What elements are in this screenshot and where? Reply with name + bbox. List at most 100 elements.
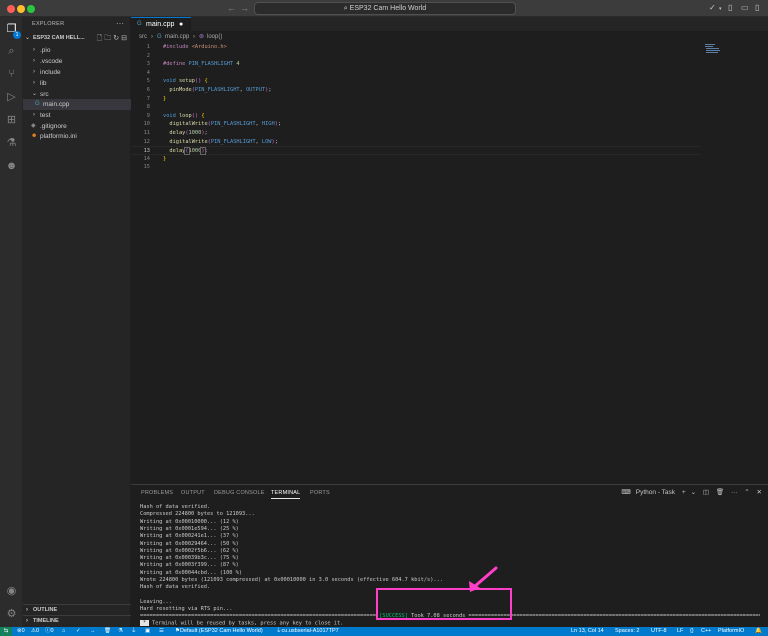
tab-ports[interactable]: PORTS	[310, 490, 330, 496]
braces-icon[interactable]: {}	[690, 627, 694, 636]
chevron-down-icon[interactable]: ▾	[719, 6, 722, 12]
terminal-line: Writing at 0x000241e1... (37 %)	[140, 533, 239, 540]
chevron-down-icon[interactable]: ⌄	[691, 489, 696, 496]
toggle-panel-icon[interactable]: ▭	[741, 3, 749, 12]
toggle-secondary-sidebar-icon[interactable]: ▯	[755, 3, 759, 12]
tree-item-test[interactable]: › test	[23, 110, 131, 121]
breadcrumb-src[interactable]: src	[139, 31, 147, 43]
minimap-line	[705, 46, 713, 47]
source-control-icon[interactable]: ⑂	[3, 66, 20, 83]
annotation-arrow	[469, 566, 498, 592]
check-icon[interactable]: ✓	[709, 3, 716, 12]
toggle-sidebar-icon[interactable]: ▯	[728, 3, 732, 12]
minimize-window-button[interactable]	[17, 5, 25, 13]
code-line: 6 pinMode(PIN_FLASHLIGHT, OUTPUT);	[146, 87, 272, 93]
command-center-search[interactable]: ⌕ ESP32 Cam Hello World	[254, 2, 516, 15]
chevron-right-icon: ›	[26, 618, 28, 624]
search-icon[interactable]: ⌕	[3, 43, 20, 60]
more-actions-icon[interactable]: ···	[116, 19, 124, 28]
test-flask-icon[interactable]: ⚗	[118, 627, 123, 636]
platformio-icon[interactable]: ☻	[3, 158, 20, 175]
cursor-position[interactable]: Ln 13, Col 14	[571, 627, 604, 636]
unsaved-dot-icon[interactable]: ●	[179, 21, 183, 28]
tree-item-lib[interactable]: › lib	[23, 78, 131, 89]
terminal-icon[interactable]: ▣	[145, 627, 150, 636]
account-icon[interactable]: ◉	[3, 583, 20, 600]
tab-main-cpp[interactable]: G main.cpp ●	[131, 17, 191, 31]
terminal-line: Writing at 0x00010000... (12 %)	[140, 518, 239, 525]
project-name: ESP32 CAM HELL...	[33, 35, 85, 41]
tree-item-include[interactable]: › include	[23, 67, 131, 78]
terminal-line: Writing at 0x0002f5b6... (62 %)	[140, 547, 239, 554]
cpp-file-icon: G	[35, 101, 40, 107]
trash-icon[interactable]: 🗑	[104, 627, 111, 636]
tab-problems[interactable]: PROBLEMS	[141, 490, 173, 496]
port-selector[interactable]: ⏚ cu.usbserial-A1017TP7	[276, 627, 339, 636]
tasks-icon[interactable]: ☰	[159, 627, 164, 636]
terminal-line: Hash of data verified.	[140, 584, 211, 591]
terminal-line: Writing at 0x0003f399... (87 %)	[140, 562, 239, 569]
code-line: 7}	[146, 95, 167, 102]
breadcrumb-loop[interactable]: loop()	[207, 31, 222, 43]
chevron-right-icon: ›	[33, 47, 35, 53]
warnings-count: 0	[35, 628, 39, 634]
explorer-actions[interactable]: 🗋🗀↻⊟	[97, 34, 129, 45]
project-folder-row[interactable]: ⌄ ESP32 CAM HELL... 🗋🗀↻⊟	[23, 33, 131, 44]
outline-section[interactable]: › OUTLINE	[23, 604, 131, 615]
tree-item-platformio-ini[interactable]: ☻ platformio.ini	[23, 131, 131, 142]
more-actions-icon[interactable]: ···	[731, 489, 738, 496]
close-window-button[interactable]	[7, 5, 15, 13]
tree-item-label: .pio	[40, 47, 51, 54]
tab-debug-console[interactable]: DEBUG CONSOLE	[214, 490, 265, 496]
tree-item-pio[interactable]: › .pio	[23, 45, 131, 56]
remote-indicator-icon[interactable]: ⇆	[0, 627, 12, 636]
warnings-indicator[interactable]: ⚠ 0	[31, 627, 39, 636]
code-line: 12 digitalWrite(PIN_FLASHLIGHT, LOW);	[143, 138, 278, 145]
terminal-rule-left: ========================================…	[140, 612, 376, 619]
back-arrow-icon[interactable]: ←	[227, 3, 236, 13]
breadcrumb: src › G main.cpp › ⊚ loop()	[131, 31, 768, 43]
title-bar: ← → ⌕ ESP32 Cam Hello World ✓ ▾ ▯ ▭ ▯	[0, 0, 768, 17]
trash-icon[interactable]: 🗑	[716, 489, 724, 496]
code-line: 14}	[143, 155, 167, 162]
maximize-panel-icon[interactable]: ⌃	[744, 489, 749, 496]
tab-terminal[interactable]: TERMINAL	[271, 490, 301, 499]
home-icon[interactable]: ⌂	[62, 627, 65, 636]
forward-arrow-icon[interactable]: →	[240, 3, 249, 13]
errors-count: 0	[21, 628, 25, 634]
extensions-icon[interactable]: ⊞	[3, 112, 20, 129]
explorer-icon[interactable]: ❐ 1	[3, 21, 21, 39]
gear-icon[interactable]: ⚙	[3, 606, 20, 623]
breadcrumb-main-cpp[interactable]: main.cpp	[165, 31, 189, 43]
tree-item-vscode[interactable]: › .vscode	[23, 56, 131, 67]
platformio-status[interactable]: PlatformIO	[718, 627, 744, 636]
build-check-icon[interactable]: ✓	[76, 627, 81, 636]
add-terminal-icon[interactable]: +	[682, 489, 686, 496]
minimap[interactable]	[705, 44, 725, 54]
env-selector[interactable]: ⚑ Default (ESP32 Cam Hello World)	[175, 627, 263, 636]
upload-arrow-icon[interactable]: →	[90, 627, 96, 636]
errors-indicator[interactable]: ⊗ 0	[17, 627, 25, 636]
testing-icon[interactable]: ⚗	[3, 135, 20, 152]
chevron-right-icon: ›	[193, 34, 195, 40]
zoom-window-button[interactable]	[27, 5, 35, 13]
encoding[interactable]: UTF-8	[651, 627, 667, 636]
tab-label: main.cpp	[146, 21, 175, 28]
info-indicator[interactable]: ⓘ 0	[45, 627, 54, 636]
close-icon[interactable]: ✕	[757, 489, 762, 496]
tab-output[interactable]: OUTPUT	[181, 490, 205, 496]
language-mode[interactable]: C++	[701, 627, 711, 636]
task-selector[interactable]: Python - Task	[636, 489, 675, 496]
code-editor[interactable]: 1 #include <Arduino.h> 2 3 #define PIN_FLA…	[131, 43, 768, 484]
timeline-section[interactable]: › TIMELINE	[23, 615, 131, 626]
platformio-file-icon: ☻	[31, 133, 38, 139]
code-line: 8	[146, 104, 150, 111]
tree-item-label: lib	[40, 80, 47, 87]
line-ending[interactable]: LF	[677, 627, 683, 636]
tree-item-main-cpp[interactable]: G main.cpp	[23, 99, 131, 110]
bell-icon[interactable]: 🔔	[755, 627, 762, 636]
serial-monitor-icon[interactable]: ⏚	[131, 627, 137, 636]
indentation[interactable]: Spaces: 2	[615, 627, 639, 636]
split-terminal-icon[interactable]: ◫	[703, 489, 709, 496]
run-debug-icon[interactable]: ▷	[3, 89, 20, 106]
